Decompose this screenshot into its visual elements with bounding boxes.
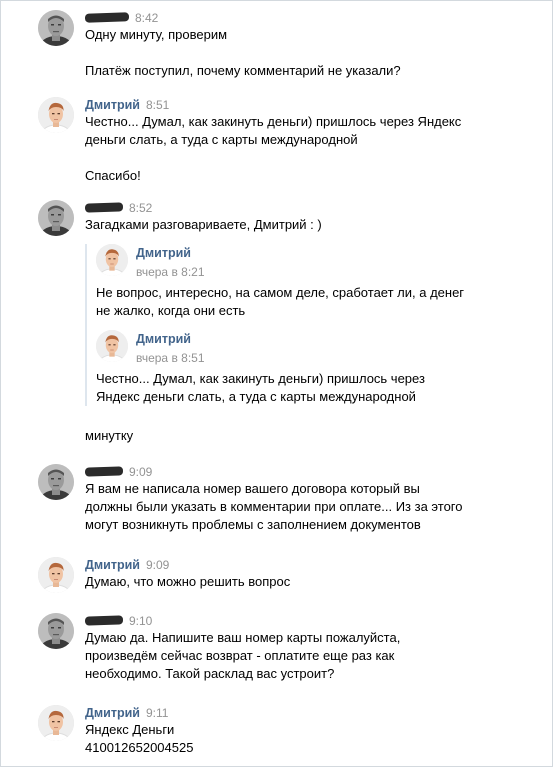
author-name[interactable]: Дмитрий (85, 706, 140, 720)
avatar[interactable] (38, 97, 74, 133)
avatar[interactable] (96, 330, 128, 362)
message: Дмитрий 9:11 Яндекс Деньги 41001265200452… (38, 705, 543, 761)
message-time[interactable]: 8:42 (135, 11, 158, 25)
forwarded-message: Дмитрий вчера в 8:51 Честно... Думал, ка… (96, 330, 467, 406)
redacted-author-name[interactable] (84, 202, 124, 213)
author-name[interactable]: Дмитрий (85, 558, 140, 572)
message-text: Загадками разговариваете, Дмитрий : ) (85, 217, 322, 232)
avatar[interactable] (38, 464, 74, 500)
message: Дмитрий 8:51 Честно... Думал, как закинут… (38, 97, 543, 187)
avatar[interactable] (38, 10, 74, 46)
avatar[interactable] (38, 705, 74, 741)
redacted-author-name[interactable] (84, 466, 124, 477)
message-text: Честно... Думал, как закинуть деньги) пр… (85, 114, 462, 147)
message-time[interactable]: 9:09 (146, 558, 169, 572)
message: 9:10 Думаю да. Напишите ваш номер карты … (38, 613, 543, 689)
message-time[interactable]: 8:51 (146, 98, 169, 112)
message-time[interactable]: 9:10 (129, 614, 152, 628)
message-text: минутку (85, 428, 134, 443)
message-text: Одну минуту, проверим (85, 27, 228, 42)
avatar[interactable] (96, 244, 128, 276)
forwarded-text: Не вопрос, интересно, на самом деле, сра… (96, 285, 465, 318)
message-text: Яндекс Деньги 410012652004525 (85, 722, 194, 755)
message-time[interactable]: 8:52 (129, 201, 152, 215)
message-text: Думаю да. Напишите ваш номер карты пожал… (85, 630, 401, 681)
avatar[interactable] (38, 200, 74, 236)
message-text: Я вам не написала номер вашего договора … (85, 481, 463, 532)
message: Дмитрий 9:09 Думаю, что можно решить вопр… (38, 557, 543, 597)
author-name[interactable]: Дмитрий (136, 330, 467, 347)
message-text: Думаю, что можно решить вопрос (85, 574, 291, 589)
message-text: Платёж поступил, почему комментарий не у… (85, 63, 401, 78)
message-time[interactable]: вчера в 8:21 (136, 264, 467, 280)
message-time[interactable]: 9:09 (129, 465, 152, 479)
forwarded-messages: Дмитрий вчера в 8:21 Не вопрос, интересн… (85, 244, 467, 406)
forwarded-text: Честно... Думал, как закинуть деньги) пр… (96, 371, 425, 404)
message-text: Спасибо! (85, 168, 141, 183)
author-name[interactable]: Дмитрий (136, 244, 467, 261)
redacted-author-name[interactable] (84, 12, 130, 23)
message-time[interactable]: вчера в 8:51 (136, 350, 467, 366)
avatar[interactable] (38, 557, 74, 593)
author-name[interactable]: Дмитрий (85, 98, 140, 112)
message: 9:09 Я вам не написала номер вашего дого… (38, 464, 543, 544)
message-time[interactable]: 9:11 (146, 706, 168, 720)
avatar[interactable] (38, 613, 74, 649)
message: 8:42 Одну минуту, проверим Платёж поступ… (38, 10, 543, 80)
redacted-author-name[interactable] (84, 615, 124, 626)
forwarded-message: Дмитрий вчера в 8:21 Не вопрос, интересн… (96, 244, 467, 320)
